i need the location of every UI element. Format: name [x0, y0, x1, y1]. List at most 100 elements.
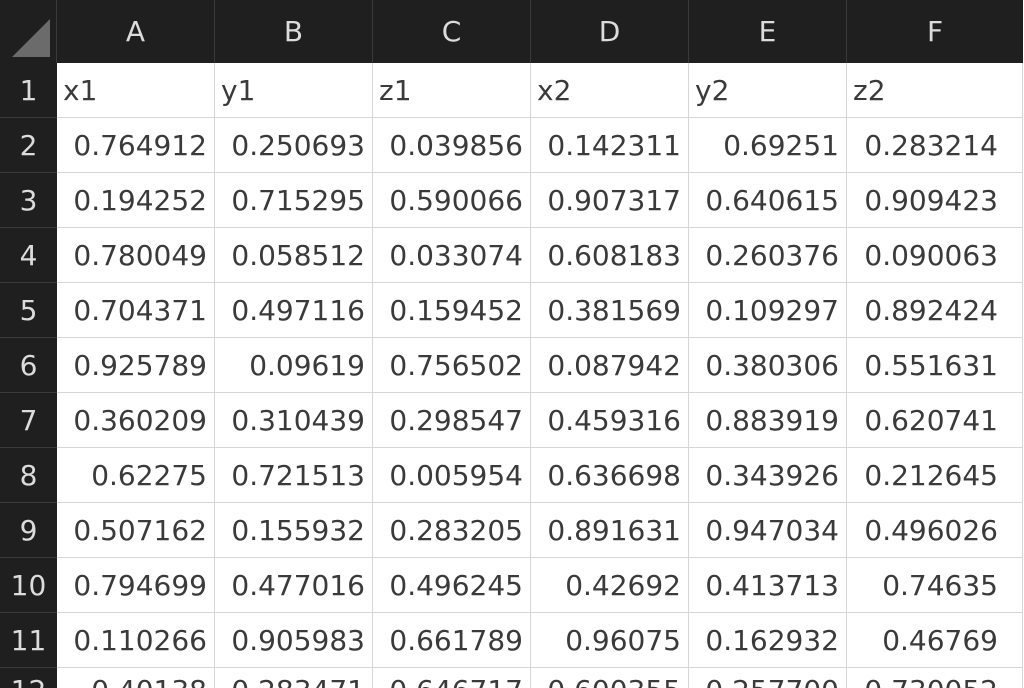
- cell-e2[interactable]: 0.69251: [689, 118, 847, 173]
- table-row: 8 0.62275 0.721513 0.005954 0.636698 0.343926…: [0, 448, 1024, 503]
- cell-a5[interactable]: 0.704371: [57, 283, 215, 338]
- cell-c2[interactable]: 0.039856: [373, 118, 531, 173]
- cell-e10[interactable]: 0.413713: [689, 558, 847, 613]
- row-header[interactable]: 7: [0, 393, 57, 448]
- cell-a6[interactable]: 0.925789: [57, 338, 215, 393]
- select-all-triangle-icon: [12, 19, 50, 57]
- cell-e12[interactable]: 0.257700: [689, 668, 847, 688]
- table-row: 2 0.764912 0.250693 0.039856 0.142311 0.69251…: [0, 118, 1024, 173]
- cell-b11[interactable]: 0.905983: [215, 613, 373, 668]
- cell-b7[interactable]: 0.310439: [215, 393, 373, 448]
- cell-d12[interactable]: 0.600355: [531, 668, 689, 688]
- cell-d6[interactable]: 0.087942: [531, 338, 689, 393]
- cell-d1[interactable]: x2: [531, 63, 689, 118]
- cell-e5[interactable]: 0.109297: [689, 283, 847, 338]
- row-header[interactable]: 10: [0, 558, 57, 613]
- cell-e3[interactable]: 0.640615: [689, 173, 847, 228]
- cell-d5[interactable]: 0.381569: [531, 283, 689, 338]
- cell-a11[interactable]: 0.110266: [57, 613, 215, 668]
- cell-f12[interactable]: 0.730052: [847, 668, 1023, 688]
- cell-c9[interactable]: 0.283205: [373, 503, 531, 558]
- table-row: 11 0.110266 0.905983 0.661789 0.96075 0.16293…: [0, 613, 1024, 668]
- cell-b1[interactable]: y1: [215, 63, 373, 118]
- table-row: 4 0.780049 0.058512 0.033074 0.608183 0.26037…: [0, 228, 1024, 283]
- cell-d8[interactable]: 0.636698: [531, 448, 689, 503]
- cell-d4[interactable]: 0.608183: [531, 228, 689, 283]
- cell-f2[interactable]: 0.283214: [847, 118, 1023, 173]
- cell-a2[interactable]: 0.764912: [57, 118, 215, 173]
- cell-d3[interactable]: 0.907317: [531, 173, 689, 228]
- cell-a3[interactable]: 0.194252: [57, 173, 215, 228]
- cell-d10[interactable]: 0.42692: [531, 558, 689, 613]
- column-header-f[interactable]: F: [847, 0, 1023, 63]
- cell-f10[interactable]: 0.74635: [847, 558, 1023, 613]
- cell-c7[interactable]: 0.298547: [373, 393, 531, 448]
- cell-a1[interactable]: x1: [57, 63, 215, 118]
- cell-e9[interactable]: 0.947034: [689, 503, 847, 558]
- row-header[interactable]: 4: [0, 228, 57, 283]
- cell-a7[interactable]: 0.360209: [57, 393, 215, 448]
- cell-a9[interactable]: 0.507162: [57, 503, 215, 558]
- cell-e7[interactable]: 0.883919: [689, 393, 847, 448]
- table-row: 7 0.360209 0.310439 0.298547 0.459316 0.88391…: [0, 393, 1024, 448]
- column-header-c[interactable]: C: [373, 0, 531, 63]
- cell-f5[interactable]: 0.892424: [847, 283, 1023, 338]
- table-row: 6 0.925789 0.09619 0.756502 0.087942 0.380306…: [0, 338, 1024, 393]
- cell-c1[interactable]: z1: [373, 63, 531, 118]
- row-header[interactable]: 5: [0, 283, 57, 338]
- cell-c5[interactable]: 0.159452: [373, 283, 531, 338]
- cell-f1[interactable]: z2: [847, 63, 1023, 118]
- cell-d7[interactable]: 0.459316: [531, 393, 689, 448]
- column-header-row: A B C D E F: [0, 0, 1024, 63]
- cell-c11[interactable]: 0.661789: [373, 613, 531, 668]
- table-row: 9 0.507162 0.155932 0.283205 0.891631 0.94703…: [0, 503, 1024, 558]
- cell-f7[interactable]: 0.620741: [847, 393, 1023, 448]
- cell-f9[interactable]: 0.496026: [847, 503, 1023, 558]
- cell-d9[interactable]: 0.891631: [531, 503, 689, 558]
- cell-b9[interactable]: 0.155932: [215, 503, 373, 558]
- row-header[interactable]: 8: [0, 448, 57, 503]
- cell-f3[interactable]: 0.909423: [847, 173, 1023, 228]
- select-all-button[interactable]: [0, 0, 57, 63]
- cell-e4[interactable]: 0.260376: [689, 228, 847, 283]
- cell-e1[interactable]: y2: [689, 63, 847, 118]
- cell-b12[interactable]: 0.283471: [215, 668, 373, 688]
- cell-e6[interactable]: 0.380306: [689, 338, 847, 393]
- cell-f4[interactable]: 0.090063: [847, 228, 1023, 283]
- cell-f11[interactable]: 0.46769: [847, 613, 1023, 668]
- column-header-d[interactable]: D: [531, 0, 689, 63]
- column-header-b[interactable]: B: [215, 0, 373, 63]
- cell-c12[interactable]: 0.646717: [373, 668, 531, 688]
- cell-b5[interactable]: 0.497116: [215, 283, 373, 338]
- row-header[interactable]: 9: [0, 503, 57, 558]
- cell-a10[interactable]: 0.794699: [57, 558, 215, 613]
- cell-f6[interactable]: 0.551631: [847, 338, 1023, 393]
- cell-b8[interactable]: 0.721513: [215, 448, 373, 503]
- row-header[interactable]: 1: [0, 63, 57, 118]
- row-header[interactable]: 6: [0, 338, 57, 393]
- cell-a12[interactable]: 0.40138: [57, 668, 215, 688]
- cell-c4[interactable]: 0.033074: [373, 228, 531, 283]
- cell-b10[interactable]: 0.477016: [215, 558, 373, 613]
- cell-c8[interactable]: 0.005954: [373, 448, 531, 503]
- cell-a8[interactable]: 0.62275: [57, 448, 215, 503]
- cell-e11[interactable]: 0.162932: [689, 613, 847, 668]
- cell-f8[interactable]: 0.212645: [847, 448, 1023, 503]
- cell-d11[interactable]: 0.96075: [531, 613, 689, 668]
- cell-b4[interactable]: 0.058512: [215, 228, 373, 283]
- column-header-e[interactable]: E: [689, 0, 847, 63]
- cell-c6[interactable]: 0.756502: [373, 338, 531, 393]
- row-header[interactable]: 2: [0, 118, 57, 173]
- cell-a4[interactable]: 0.780049: [57, 228, 215, 283]
- row-header[interactable]: 3: [0, 173, 57, 228]
- cell-b3[interactable]: 0.715295: [215, 173, 373, 228]
- cell-b6[interactable]: 0.09619: [215, 338, 373, 393]
- row-header[interactable]: 12: [0, 668, 57, 688]
- cell-b2[interactable]: 0.250693: [215, 118, 373, 173]
- column-header-a[interactable]: A: [57, 0, 215, 63]
- cell-e8[interactable]: 0.343926: [689, 448, 847, 503]
- cell-d2[interactable]: 0.142311: [531, 118, 689, 173]
- row-header[interactable]: 11: [0, 613, 57, 668]
- cell-c10[interactable]: 0.496245: [373, 558, 531, 613]
- cell-c3[interactable]: 0.590066: [373, 173, 531, 228]
